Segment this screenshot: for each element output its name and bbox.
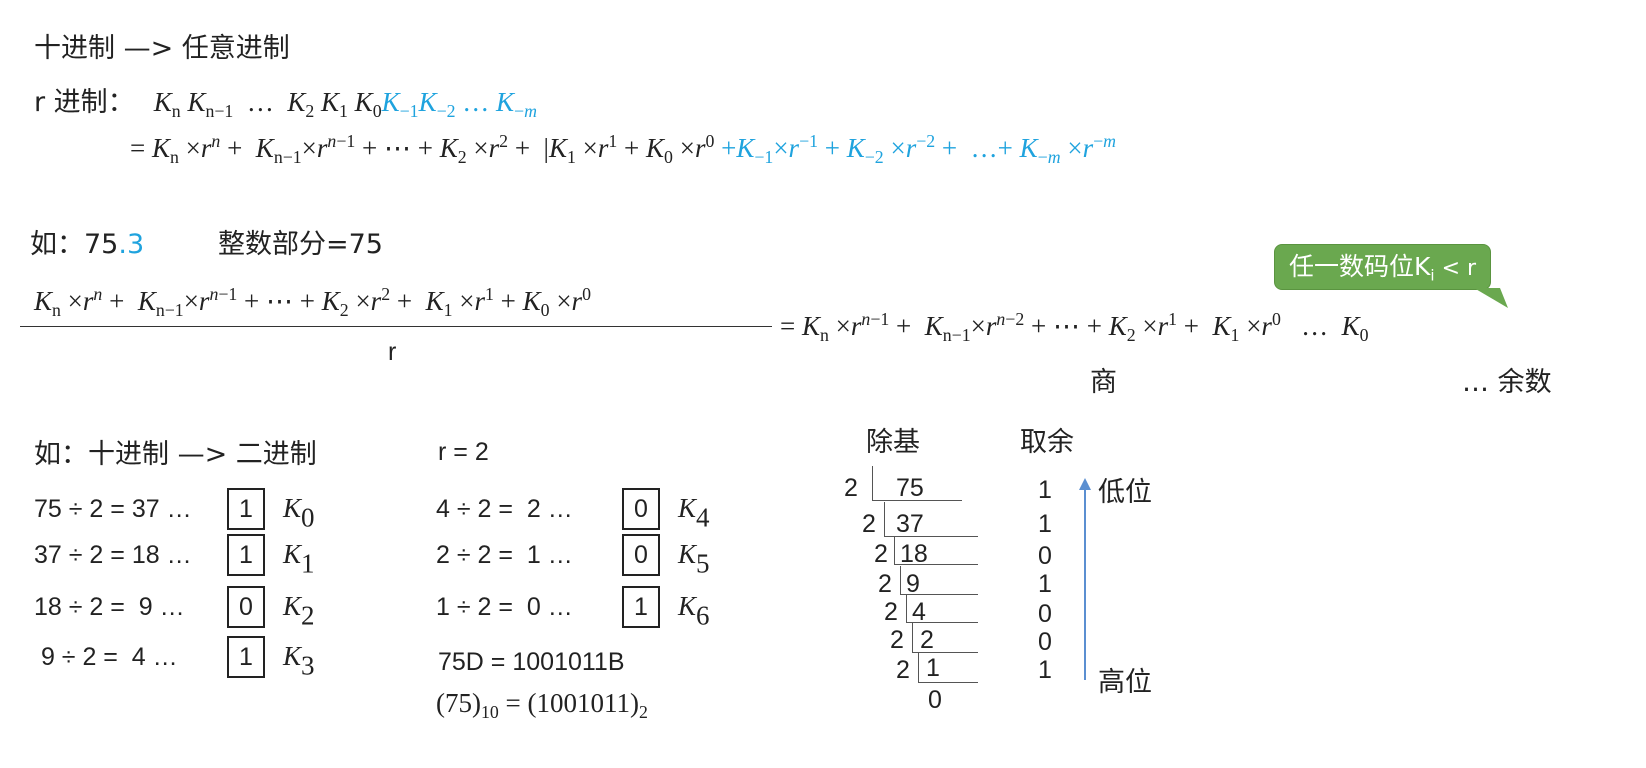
fraction-numerator: Kn ×rn + Kn−1×rn−1 + ⋯ + K2 ×r2 + K1 ×r1…	[34, 284, 591, 321]
step-row: 18 ÷ 2 = 9 … 0 K2	[34, 586, 315, 629]
result-subscript-notation: (75)10 = (1001011)2	[436, 688, 648, 723]
page-title: 十进制 —> 任意进制	[34, 33, 290, 64]
divisor: 2	[896, 656, 910, 684]
up-arrow-icon	[1079, 478, 1091, 680]
fraction-denominator: r	[388, 338, 397, 366]
remainder-label: … 余数	[1462, 367, 1552, 398]
remainder-box: 1	[227, 488, 265, 530]
remainder-box: 0	[622, 534, 660, 576]
step-row: 4 ÷ 2 = 2 … 0 K4	[436, 488, 710, 531]
fraction-bar	[20, 326, 772, 327]
final-quotient: 0	[928, 686, 942, 714]
callout-bubble: 任一数码位Ki < r	[1274, 244, 1508, 308]
radix-label: r 进制：	[34, 87, 135, 118]
divisor: 2	[884, 598, 898, 626]
take-remainder-header: 取余	[1020, 427, 1074, 458]
r-equals: r = 2	[438, 438, 489, 466]
remainder-box: 0	[622, 488, 660, 530]
quotient: 2	[920, 626, 934, 654]
step-row: 75 ÷ 2 = 37 … 1 K0	[34, 488, 315, 531]
result-hex-notation: 75D = 1001011B	[438, 648, 625, 676]
divisor: 2	[862, 510, 876, 538]
low-bit-label: 低位	[1098, 477, 1152, 508]
callout-pointer	[1474, 288, 1508, 308]
step-row: 2 ÷ 2 = 1 … 0 K5	[436, 534, 710, 577]
remainder-digit: 0	[1038, 628, 1052, 656]
step-row: 9 ÷ 2 = 4 … 1 K3	[34, 636, 315, 679]
quotient: 75	[896, 474, 924, 502]
callout-body: 任一数码位Ki < r	[1274, 244, 1492, 290]
divisor: 2	[890, 626, 904, 654]
remainder-digit: 1	[1038, 510, 1052, 538]
remainder-digit: 0	[1038, 542, 1052, 570]
quotient: 1	[926, 654, 940, 682]
example1-label: 如：75	[30, 229, 119, 260]
remainder-box: 0	[227, 586, 265, 628]
remainder-digit: 1	[1038, 476, 1052, 504]
divisor: 2	[844, 474, 858, 502]
example1: 如：75.3	[30, 222, 144, 261]
example2-label: 如：十进制 —> 二进制	[34, 439, 317, 470]
digit-sequence: Kn Kn−1 … K2 K1 K0K−1K−2 … K−m	[153, 87, 537, 122]
high-bit-label: 高位	[1098, 667, 1152, 698]
example1-fraction: .3	[118, 229, 145, 260]
remainder-box: 1	[227, 534, 265, 576]
expansion-formula: = Kn ×rn + Kn−1×rn−1 + ⋯ + K2 ×r2 + |K1 …	[130, 131, 1116, 168]
fraction-result: = Kn ×rn−1 + Kn−1×rn−2 + ⋯ + K2 ×r1 + K1…	[780, 309, 1369, 346]
step-row: 1 ÷ 2 = 0 … 1 K6	[436, 586, 710, 629]
step-row: 37 ÷ 2 = 18 … 1 K1	[34, 534, 315, 577]
remainder-box: 1	[227, 636, 265, 678]
divide-header: 除基	[866, 427, 920, 458]
remainder-digit: 1	[1038, 570, 1052, 598]
divisor: 2	[878, 570, 892, 598]
remainder-digit: 0	[1038, 600, 1052, 628]
divisor: 2	[874, 540, 888, 568]
quotient-label: 商	[1090, 367, 1117, 398]
remainder-digit: 1	[1038, 656, 1052, 684]
quotient: 37	[896, 510, 924, 538]
integer-part: 整数部分=75	[218, 229, 383, 260]
remainder-box: 1	[622, 586, 660, 628]
radix-expression: r 进制： Kn Kn−1 … K2 K1 K0K−1K−2 … K−m	[34, 80, 537, 122]
